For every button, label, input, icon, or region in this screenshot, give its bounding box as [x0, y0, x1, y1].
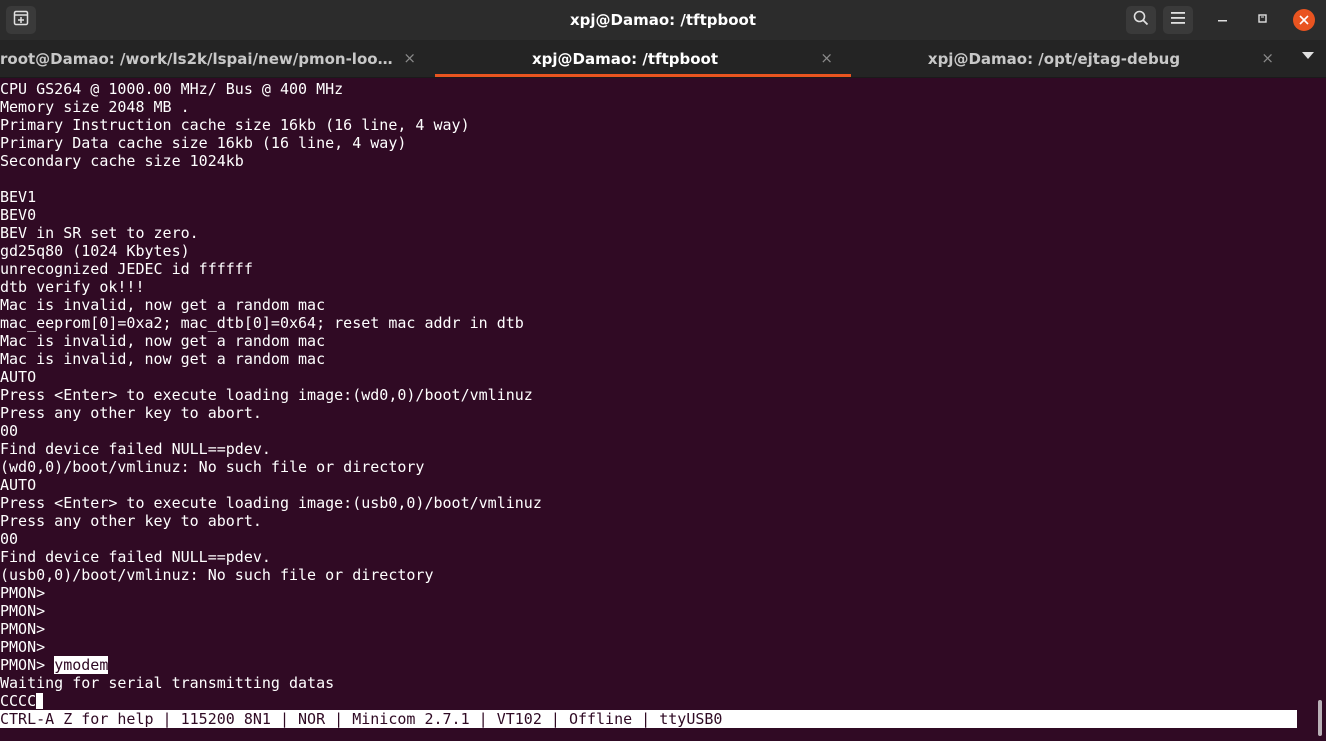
tab-label: root@Damao: /work/ls2k/lspai/new/pmon-lo… [0, 50, 398, 68]
terminal-line: Find device failed NULL==pdev. [0, 440, 271, 458]
terminal-line: Mac is invalid, now get a random mac [0, 332, 326, 350]
current-input: CCCC [0, 692, 37, 710]
tab-tftpboot[interactable]: xpj@Damao: /tftpboot × [435, 40, 851, 77]
close-icon [1293, 9, 1315, 31]
terminal-line: CPU GS264 @ 1000.00 MHz/ Bus @ 400 MHz [0, 80, 344, 98]
terminal-line: Mac is invalid, now get a random mac [0, 350, 326, 368]
search-icon [1133, 10, 1149, 31]
tab-bar: root@Damao: /work/ls2k/lspai/new/pmon-lo… [0, 40, 1326, 78]
selected-command: ymodem [54, 656, 109, 674]
terminal-line: Primary Data cache size 16kb (16 line, 4… [0, 134, 407, 152]
hamburger-menu-icon [1171, 11, 1185, 29]
minimize-button[interactable] [1208, 6, 1238, 34]
terminal-line: mac_eeprom[0]=0xa2; mac_dtb[0]=0x64; res… [0, 314, 524, 332]
command-line: PMON> ymodem [0, 656, 1312, 674]
terminal-line: PMON> [0, 620, 46, 638]
terminal-line: BEV0 [0, 206, 37, 224]
chevron-down-icon[interactable] [1302, 52, 1314, 59]
terminal-line: Secondary cache size 1024kb [0, 152, 244, 170]
terminal-line: unrecognized JEDEC id ffffff [0, 260, 253, 278]
scrollbar-thumb[interactable] [1318, 700, 1322, 736]
terminal-line: 00 [0, 530, 19, 548]
input-line: CCCC [0, 692, 1312, 710]
minimize-icon [1218, 11, 1228, 29]
tab-label: xpj@Damao: /tftpboot [531, 50, 718, 68]
terminal-line: Primary Instruction cache size 16kb (16 … [0, 116, 470, 134]
terminal-line: Mac is invalid, now get a random mac [0, 296, 326, 314]
terminal-line: (wd0,0)/boot/vmlinuz: No such file or di… [0, 458, 425, 476]
terminal-line: AUTO [0, 368, 37, 386]
terminal-line: gd25q80 (1024 Kbytes) [0, 242, 190, 260]
maximize-icon [1258, 11, 1268, 29]
tab-close-icon[interactable]: × [1261, 49, 1274, 67]
terminal-line: Press any other key to abort. [0, 512, 262, 530]
window-titlebar: xpj@Damao: /tftpboot [0, 0, 1326, 40]
terminal-line: Press any other key to abort. [0, 404, 262, 422]
tab-close-icon[interactable]: × [403, 49, 416, 67]
tab-close-icon[interactable]: × [820, 49, 833, 67]
terminal-line: PMON> [0, 638, 46, 656]
active-tab-indicator [435, 74, 851, 77]
tab-label: xpj@Damao: /opt/ejtag-debug [927, 50, 1181, 68]
maximize-button[interactable] [1248, 6, 1278, 34]
terminal-line: PMON> [0, 584, 46, 602]
terminal-line: BEV in SR set to zero. [0, 224, 199, 242]
search-button[interactable] [1126, 6, 1156, 34]
waiting-line: Waiting for serial transmitting datas [0, 674, 335, 692]
terminal-line: dtb verify ok!!! [0, 278, 145, 296]
close-window-button[interactable] [1289, 6, 1319, 34]
terminal-line: PMON> [0, 602, 46, 620]
terminal-line: BEV1 [0, 188, 37, 206]
terminal-line: (usb0,0)/boot/vmlinuz: No such file or d… [0, 566, 434, 584]
prompt: PMON> [0, 656, 55, 674]
tab-ejtag-debug[interactable]: xpj@Damao: /opt/ejtag-debug × [852, 40, 1292, 77]
terminal-lines: CPU GS264 @ 1000.00 MHz/ Bus @ 400 MHz Me… [0, 80, 1312, 656]
minicom-status-bar: CTRL-A Z for help | 115200 8N1 | NOR | M… [0, 710, 1297, 728]
tab-root-pmon[interactable]: root@Damao: /work/ls2k/lspai/new/pmon-lo… [0, 40, 434, 77]
terminal-output[interactable]: CPU GS264 @ 1000.00 MHz/ Bus @ 400 MHz Me… [0, 80, 1312, 710]
terminal-line: Memory size 2048 MB . [0, 98, 190, 116]
terminal-line: Press <Enter> to execute loading image:(… [0, 386, 533, 404]
terminal-line: Find device failed NULL==pdev. [0, 548, 271, 566]
menu-button[interactable] [1163, 6, 1193, 34]
terminal-line: 00 [0, 422, 19, 440]
text-cursor [36, 693, 44, 709]
terminal-line: Press <Enter> to execute loading image:(… [0, 494, 542, 512]
terminal-line: AUTO [0, 476, 37, 494]
